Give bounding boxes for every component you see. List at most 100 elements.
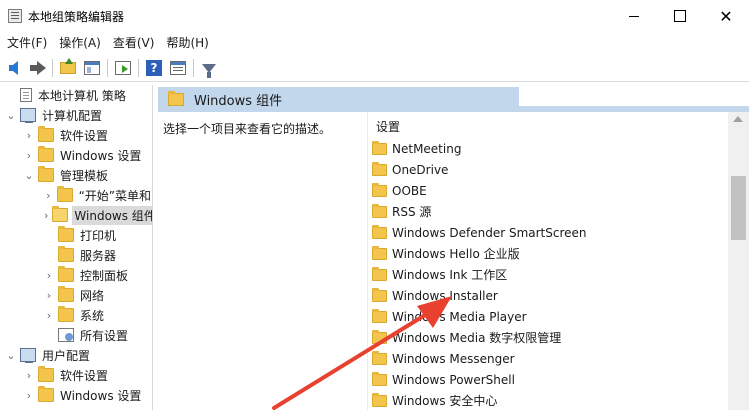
menu-file[interactable]: 文件(F) [2,32,52,54]
right-pane-header: Windows 组件 [158,87,749,112]
chevron-right-icon[interactable]: › [24,365,34,385]
help-icon: ? [146,60,162,76]
tree-item[interactable]: › 系统 [0,305,152,325]
folder-icon [38,146,54,162]
tree-item[interactable]: › 软件设置 [0,125,152,145]
folder-icon [58,306,74,322]
tree-item[interactable]: 所有设置 [0,325,152,345]
chevron-right-icon[interactable]: › [24,145,34,165]
close-button[interactable]: ✕ [703,0,749,32]
chevron-right-icon[interactable]: › [44,285,54,305]
tree-item[interactable]: › Windows 设置 [0,145,152,165]
folder-icon [58,226,74,242]
tree-item[interactable]: ⌄ 计算机配置 [0,105,152,125]
folder-icon [372,350,387,365]
chevron-right-icon[interactable]: › [44,305,54,325]
list-item-label: Windows Hello 企业版 [392,247,520,261]
tree-item[interactable]: 服务器 [0,245,152,265]
tree-item[interactable]: 打印机 [0,225,152,245]
show-hide-tree-button[interactable] [81,57,103,79]
toolbar-divider [107,59,108,77]
list-item[interactable]: NetMeeting [372,138,722,159]
list-item-label: Windows 安全中心 [392,394,498,408]
menu-view[interactable]: 查看(V) [108,32,160,54]
tree-item-label: “开始”菜单和 [78,188,151,203]
list-item[interactable]: Windows Media Player [372,306,722,327]
tree-item[interactable]: › “开始”菜单和 [0,185,152,205]
list-item-label: OOBE [392,183,427,198]
filter-icon [202,63,216,78]
properties-icon [170,61,186,75]
scroll-thumb[interactable] [731,176,746,240]
tree-item-label: 软件设置 [60,128,109,143]
tree-item[interactable]: › 网络 [0,285,152,305]
list-item[interactable]: Windows Hello 企业版 [372,243,722,264]
column-header-settings[interactable]: 设置 [376,118,400,135]
tree-item-label: Windows 设置 [60,148,142,163]
folder-icon [372,245,387,260]
tree-item[interactable]: › 控制面板 [0,265,152,285]
filter-button[interactable] [198,57,220,79]
all-settings-icon [58,328,74,342]
list-item[interactable]: OOBE [372,180,722,201]
list-item-label: NetMeeting [392,141,462,156]
tree-item-label: 打印机 [80,228,117,243]
list-item-label: OneDrive [392,162,449,177]
help-button[interactable]: ? [143,57,165,79]
menu-action[interactable]: 操作(A) [54,32,106,54]
list-item[interactable]: Windows Defender SmartScreen [372,222,722,243]
chevron-down-icon[interactable]: ⌄ [6,345,16,365]
chevron-right-icon[interactable]: › [44,265,54,285]
properties-button[interactable] [167,57,189,79]
forward-button[interactable] [26,57,48,79]
maximize-button[interactable] [657,0,703,32]
export-list-button[interactable] [112,57,134,79]
folder-icon [56,186,73,202]
list-item-label: Windows PowerShell [392,372,515,387]
chevron-right-icon[interactable]: › [44,185,53,205]
tree-item[interactable]: ⌄ 用户配置 [0,345,152,365]
folder-icon [372,266,387,281]
chevron-right-icon[interactable]: › [24,385,34,405]
tree-item[interactable]: 本地计算机 策略 [0,85,152,105]
list-item[interactable]: Windows PowerShell [372,369,722,390]
tree-item[interactable]: › 软件设置 [0,365,152,385]
folder-icon [372,392,387,407]
vertical-scrollbar[interactable] [728,112,749,410]
chevron-down-icon[interactable]: ⌄ [24,165,34,185]
folder-icon [38,126,54,142]
scroll-up-icon[interactable] [733,116,743,122]
chevron-right-icon[interactable]: › [44,205,48,225]
tree-item[interactable]: › Windows 设置 [0,385,152,405]
up-one-level-button[interactable] [57,57,79,79]
chevron-right-icon[interactable]: › [24,125,34,145]
list-item[interactable]: Windows Installer [372,285,722,306]
back-button[interactable] [2,57,24,79]
tree-item[interactable]: ⌄ 管理模板 [0,165,152,185]
list-item[interactable]: OneDrive [372,159,722,180]
chevron-down-icon[interactable]: ⌄ [6,105,16,125]
list-item-label: Windows Ink 工作区 [392,268,508,282]
list-item[interactable]: Windows Ink 工作区 [372,264,722,285]
pane-divider[interactable] [367,112,368,410]
toolbar-divider [52,59,53,77]
tree-item-label: 系统 [80,308,105,323]
minimize-button[interactable] [611,0,657,32]
tree-item-label: 控制面板 [80,268,129,283]
list-item[interactable]: RSS 源 [372,201,722,222]
folder-icon [372,140,387,155]
tree-item[interactable]: › Windows 组件 [0,205,152,225]
list-item-label: Windows Installer [392,288,498,303]
folder-open-icon [52,206,69,222]
tree-item-label: 网络 [80,288,105,303]
list-item[interactable]: Windows 安全中心 [372,390,722,410]
list-item[interactable]: Windows Media 数字权限管理 [372,327,722,348]
list-item[interactable]: Windows Messenger [372,348,722,369]
app-icon [8,9,22,23]
tree-item-label: Windows 设置 [60,388,142,403]
tree-item-label: 所有设置 [80,328,129,343]
menu-help[interactable]: 帮助(H) [161,32,213,54]
folder-icon [38,366,54,382]
